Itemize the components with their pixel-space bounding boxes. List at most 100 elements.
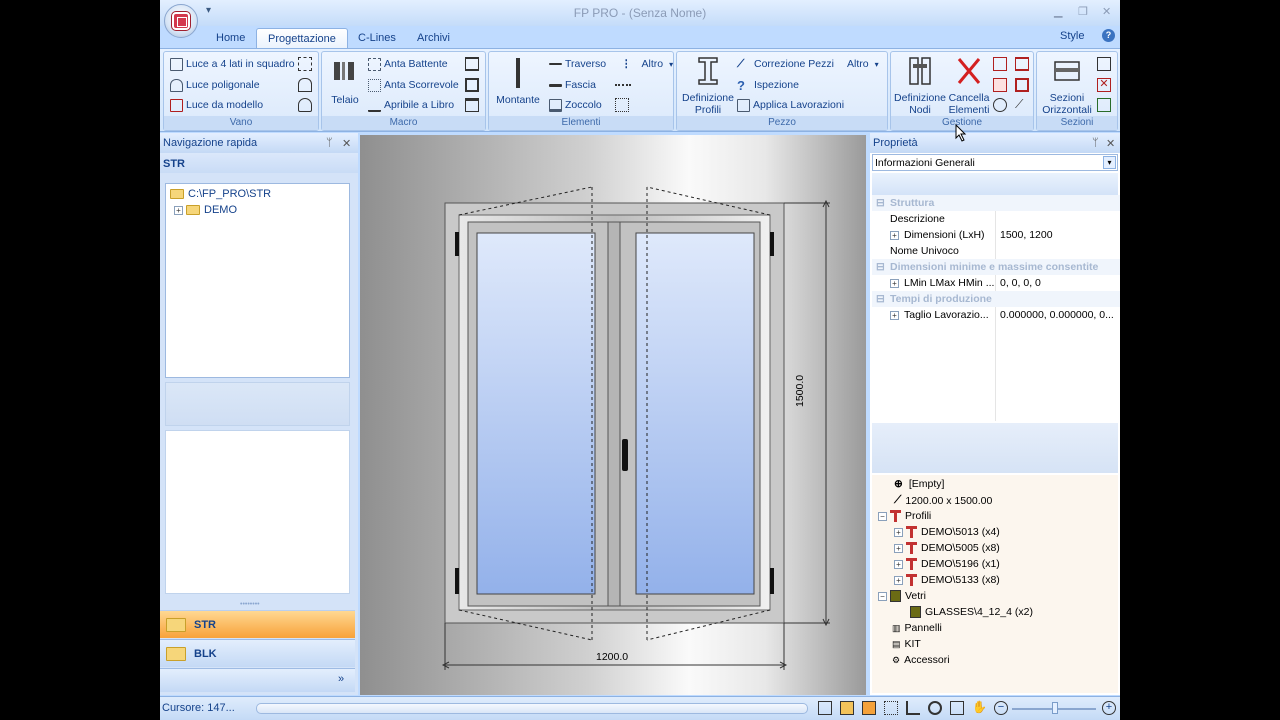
apribile-libro-button[interactable]: Apribile a Libro xyxy=(368,96,454,114)
cancella-elementi-button[interactable]: Cancella Elementi xyxy=(947,56,991,116)
progress-bar xyxy=(256,703,808,714)
more-buttons-icon[interactable]: » xyxy=(338,673,344,685)
layers-icon[interactable] xyxy=(840,701,854,715)
round-arch-icon[interactable] xyxy=(298,98,312,112)
snap-icon[interactable] xyxy=(906,701,920,715)
minimize-button[interactable]: ▁ xyxy=(1054,5,1062,18)
structure-tree: ⊕ [Empty] ⟋ 1200.00 x 1500.00 − Profili + DE… xyxy=(872,475,1118,693)
tree-kit[interactable]: ▤ KIT xyxy=(892,638,921,650)
grid-icon[interactable] xyxy=(884,701,898,715)
fascia-button[interactable]: Fascia xyxy=(549,76,596,94)
folder-icon xyxy=(166,617,186,632)
tree-accessori[interactable]: ⚙ Accessori xyxy=(892,654,950,666)
prop-descrizione[interactable]: Descrizione xyxy=(872,211,1120,227)
tree-profile-item[interactable]: + DEMO\5005 (x8) xyxy=(894,542,1000,554)
pin-icon[interactable]: ᛘ xyxy=(326,137,333,149)
tree-glass-item[interactable]: GLASSES\4_12_4 (x2) xyxy=(910,606,1033,618)
ispezione-button[interactable]: ? Ispezione xyxy=(737,76,799,94)
tree-profile-item[interactable]: + DEMO\5013 (x4) xyxy=(894,526,1000,538)
tab-c-lines[interactable]: C-Lines xyxy=(347,28,407,49)
anta-scorrevole-button[interactable]: Anta Scorrevole xyxy=(368,76,459,94)
help-icon[interactable]: ? xyxy=(1102,29,1115,42)
telaio-button[interactable]: Telaio xyxy=(328,58,362,106)
style-menu[interactable]: Style xyxy=(1060,30,1084,42)
traverso-button[interactable]: Traverso xyxy=(549,55,606,73)
profile-icon xyxy=(906,526,917,538)
tree-root[interactable]: C:\FP_PRO\STR xyxy=(170,188,271,200)
arch-icon[interactable] xyxy=(298,78,312,92)
close-icon[interactable]: ✕ xyxy=(1106,137,1115,150)
tree-profile-item[interactable]: + DEMO\5133 (x8) xyxy=(894,574,1000,586)
prop-lmin[interactable]: + LMin LMax HMin ... 0, 0, 0, 0 xyxy=(872,275,1120,291)
zoom-in-icon[interactable]: + xyxy=(1102,701,1116,715)
pan-icon[interactable]: ✋ xyxy=(972,701,987,715)
category-tempi[interactable]: ⊟ Tempi di produzione xyxy=(872,291,1120,307)
nav-button-blk[interactable]: BLK xyxy=(160,639,355,667)
collapse-icon: ⊟ xyxy=(876,293,885,305)
applica-lavorazioni-button[interactable]: Applica Lavorazioni xyxy=(737,96,844,114)
tab-progettazione[interactable]: Progettazione xyxy=(256,28,348,49)
luce-poligonale-button[interactable]: Luce poligonale xyxy=(170,76,260,94)
anta-battente-button[interactable]: Anta Battente xyxy=(368,55,448,73)
node-delete-icon[interactable] xyxy=(993,78,1007,92)
ribbon-tabs: Home Progettazione C-Lines Archivi xyxy=(160,26,1120,49)
section-delete-icon[interactable]: ✕ xyxy=(1097,78,1111,92)
tree-profile-item[interactable]: + DEMO\5196 (x1) xyxy=(894,558,1000,570)
sezioni-orizzontali-button[interactable]: Sezioni Orizzontali xyxy=(1039,56,1095,116)
profile-icon[interactable] xyxy=(465,57,479,71)
category-struttura[interactable]: ⊟ Struttura xyxy=(872,195,1120,211)
chevron-down-icon[interactable]: ▾ xyxy=(1103,156,1116,169)
prop-taglio[interactable]: + Taglio Lavorazio... 0.000000, 0.000000, … xyxy=(872,307,1120,323)
luce-4-lati-button[interactable]: Luce a 4 lati in squadro xyxy=(170,55,295,73)
square-dashed-icon[interactable] xyxy=(298,57,312,71)
montante-button[interactable]: Montante xyxy=(493,58,543,106)
object-selector[interactable]: Informazioni Generali ▾ xyxy=(872,154,1118,171)
prop-nome-univoco[interactable]: Nome Univoco xyxy=(872,243,1120,259)
frame-square-icon[interactable] xyxy=(465,78,479,92)
zoom-icon[interactable] xyxy=(928,701,942,715)
definizione-profili-button[interactable]: Definizione Profili xyxy=(679,56,737,116)
fit-icon[interactable] xyxy=(818,701,832,715)
correzione-pezzi-button[interactable]: ⟋ Correzione Pezzi xyxy=(737,55,834,73)
dotted-line-icon[interactable] xyxy=(615,84,631,86)
highlight-icon[interactable] xyxy=(862,701,876,715)
tree-empty[interactable]: ⊕ [Empty] xyxy=(894,478,944,490)
rotate-icon[interactable] xyxy=(993,98,1007,112)
tree-size[interactable]: ⟋ 1200.00 x 1500.00 xyxy=(894,494,992,507)
splitter-grip[interactable]: •••••••• xyxy=(240,601,260,608)
sill-icon[interactable] xyxy=(465,98,479,112)
dotted-square-icon[interactable] xyxy=(615,98,629,112)
zoom-out-icon[interactable]: − xyxy=(994,701,1008,715)
window-drawing xyxy=(441,186,830,670)
frame-red-icon[interactable] xyxy=(1015,78,1029,92)
pezzo-altro-button[interactable]: Altro ▾ xyxy=(847,55,879,73)
close-icon[interactable]: ✕ xyxy=(342,137,351,150)
tab-archivi[interactable]: Archivi xyxy=(406,28,461,49)
drawing-canvas[interactable]: 1200.0 1500.0 xyxy=(360,135,866,695)
luce-modello-button[interactable]: Luce da modello xyxy=(170,96,263,114)
profile-red-icon[interactable] xyxy=(1015,57,1029,71)
tree-vetri[interactable]: − Vetri xyxy=(878,590,926,602)
tab-home[interactable]: Home xyxy=(205,28,256,49)
panel-icon: ▥ xyxy=(892,622,901,633)
window-icon[interactable] xyxy=(950,701,964,715)
elementi-altro-button[interactable]: ⋮ Altro ▾ xyxy=(621,55,673,73)
tree-profili[interactable]: − Profili xyxy=(878,510,931,522)
pin-icon[interactable]: ᛘ xyxy=(1092,137,1099,149)
tree-demo[interactable]: + DEMO xyxy=(174,204,237,216)
node-red-icon[interactable] xyxy=(993,57,1007,71)
section-green-icon[interactable] xyxy=(1097,98,1111,112)
tree-pannelli[interactable]: ▥ Pannelli xyxy=(892,622,942,634)
application-menu-button[interactable] xyxy=(164,4,198,38)
nav-button-str[interactable]: STR xyxy=(160,610,355,638)
section-icon[interactable] xyxy=(1097,57,1111,71)
prop-dimensioni[interactable]: + Dimensioni (LxH) 1500, 1200 xyxy=(872,227,1120,243)
zoccolo-button[interactable]: Zoccolo xyxy=(549,96,602,114)
category-dimensioni[interactable]: ⊟ Dimensioni minime e massime consentite xyxy=(872,259,1120,275)
restore-button[interactable]: ❐ xyxy=(1078,5,1088,18)
definizione-nodi-button[interactable]: Definizione Nodi xyxy=(893,56,947,116)
close-button[interactable]: ✕ xyxy=(1102,5,1111,18)
polygon-icon xyxy=(170,78,183,92)
brush-icon[interactable]: ⟋ xyxy=(1015,98,1029,112)
zoom-slider-thumb[interactable] xyxy=(1052,702,1058,714)
